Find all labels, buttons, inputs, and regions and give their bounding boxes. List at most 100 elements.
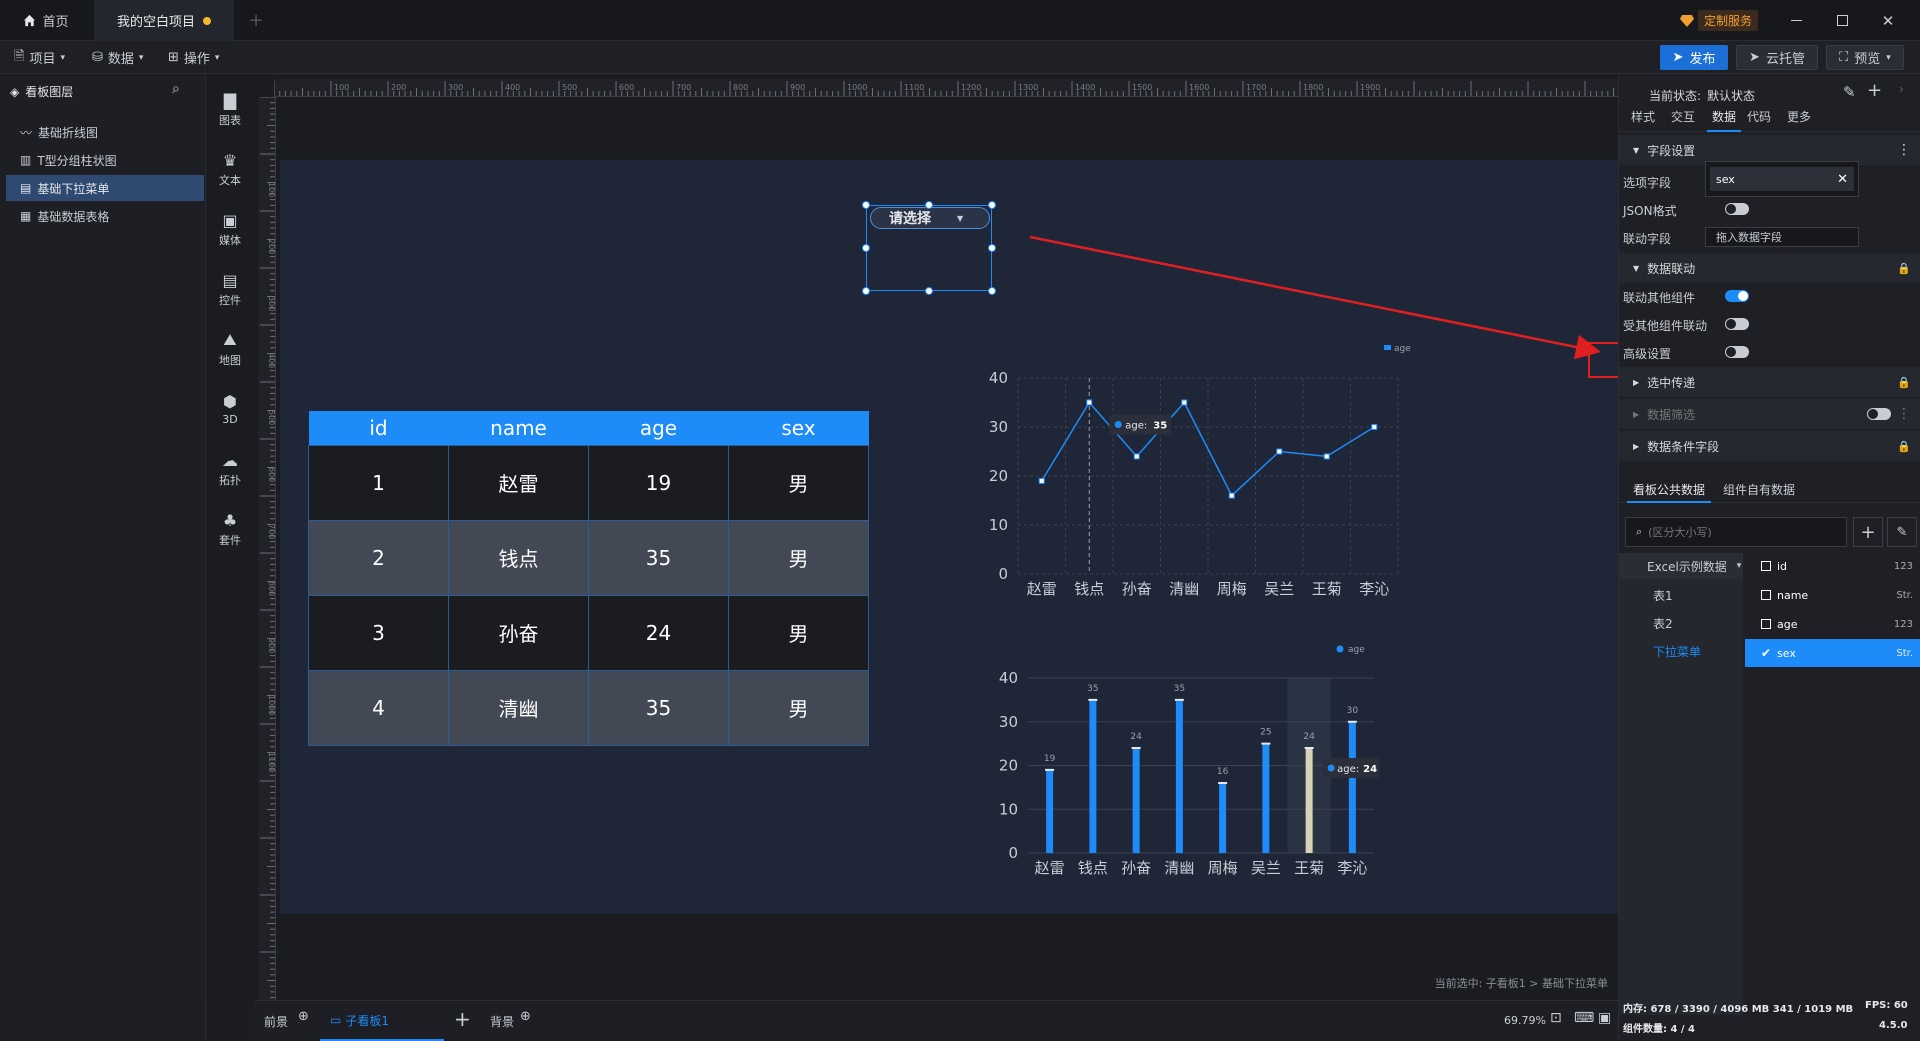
link-others-toggle[interactable]	[1725, 290, 1749, 302]
toolbox-text[interactable]: ♛ 文本	[206, 143, 254, 195]
check-icon[interactable]: ✔	[1761, 646, 1771, 660]
bar-cap	[1088, 698, 1098, 701]
data-table[interactable]: id name age sex 1 赵雷 19 男 2 钱点 35 男 3 孙奋…	[308, 411, 869, 746]
edit-data-button[interactable]: ✎	[1887, 517, 1917, 547]
tab-code[interactable]: 代码	[1747, 108, 1771, 125]
new-tab-button[interactable]: +	[246, 0, 266, 41]
resize-handle[interactable]	[988, 244, 996, 252]
resize-handle[interactable]	[862, 287, 870, 295]
selection-status: 当前选中: 子看板1 > 基础下拉菜单	[1434, 977, 1608, 990]
layer-item-dropdown[interactable]: ▤ 基础下拉菜单	[6, 175, 204, 201]
line-chart[interactable]: 0 10 20 30 40 赵雷 钱点 孙奋 清幽 周梅 吴兰 王菊 李沁 age age: 35	[980, 340, 1420, 610]
checkbox-icon[interactable]	[1761, 619, 1771, 629]
data-search-input[interactable]: ⌕ (区分大小写)	[1625, 517, 1847, 547]
menu-project[interactable]: 🗎 项目 ▾	[14, 41, 65, 74]
layer-item-line-chart[interactable]: 〰基础折线图	[6, 119, 204, 145]
field-name: sex	[1777, 646, 1796, 660]
source-item-table1[interactable]: 表1	[1653, 587, 1673, 604]
toolbox-chart[interactable]: ▇ 图表	[206, 83, 254, 135]
checkbox-icon[interactable]	[1761, 561, 1771, 571]
cloud-hosting-button[interactable]: ➤ 云托管	[1736, 45, 1818, 70]
media-icon: ▣	[222, 210, 238, 230]
ruler-label: 400	[267, 353, 276, 368]
resize-handle[interactable]	[988, 201, 996, 209]
source-group[interactable]: Excel示例数据 ▾	[1619, 553, 1743, 579]
bar	[1348, 721, 1356, 853]
foreground-tab[interactable]: 前景	[264, 1013, 288, 1030]
tab-home[interactable]: 首页	[0, 0, 92, 41]
json-format-toggle[interactable]	[1725, 203, 1749, 215]
section-data-linkage[interactable]: ▼ 数据联动 🔒	[1619, 253, 1920, 283]
toolbox-control[interactable]: ▤ 控件	[206, 263, 254, 315]
preview-button[interactable]: ⛶ 预览 ▾	[1826, 45, 1904, 70]
more-vertical-icon[interactable]: ⋮	[1897, 406, 1911, 422]
section-selection-pass[interactable]: ▶ 选中传递 🔒	[1619, 367, 1920, 397]
dropdown-select[interactable]: 请选择 ▼	[870, 207, 990, 229]
more-vertical-icon[interactable]: ⋮	[1897, 142, 1911, 158]
section-condition-field[interactable]: ▶ 数据条件字段 🔒	[1619, 431, 1920, 461]
publish-button[interactable]: ➤ 发布	[1660, 45, 1728, 70]
resize-handle[interactable]	[925, 201, 933, 209]
collapse-panel-button[interactable]: ›	[1899, 82, 1904, 96]
search-layers-button[interactable]: ⌕	[172, 81, 180, 97]
tab-data[interactable]: 数据	[1707, 102, 1741, 132]
option-field-dropzone[interactable]: sex ✕	[1705, 161, 1859, 197]
menu-operation[interactable]: ⊞ 操作 ▾	[168, 41, 219, 74]
close-window-button[interactable]: ✕	[1876, 0, 1900, 41]
toolbox-kit[interactable]: ♣ 套件	[206, 503, 254, 555]
menu-data[interactable]: ⛁ 数据 ▾	[92, 41, 143, 74]
terminal-button[interactable]: ▣	[1598, 1010, 1611, 1026]
y-tick-label: 30	[999, 713, 1018, 731]
data-point	[1323, 453, 1330, 460]
toolbox-topology[interactable]: ☁ 拓扑	[206, 443, 254, 495]
resize-handle[interactable]	[862, 201, 870, 209]
data-label: 24	[1130, 732, 1142, 742]
field-item-age[interactable]: age 123	[1745, 611, 1920, 637]
linked-by-others-toggle[interactable]	[1725, 318, 1749, 330]
tab-project[interactable]: 我的空白项目	[94, 0, 234, 41]
tab-public-data[interactable]: 看板公共数据	[1627, 475, 1712, 503]
toolbox-media[interactable]: ▣ 媒体	[206, 203, 254, 255]
toolbox-3d[interactable]: ⬢ 3D	[206, 383, 254, 435]
zoom-level[interactable]: 69.79%	[1504, 1014, 1546, 1027]
resize-handle[interactable]	[988, 287, 996, 295]
preview-label: 预览	[1854, 52, 1881, 67]
add-foreground-button[interactable]: ⊕	[298, 1009, 309, 1024]
add-state-button[interactable]: +	[1867, 80, 1882, 101]
layer-item-table[interactable]: ▦ 基础数据表格	[6, 203, 204, 229]
tab-more[interactable]: 更多	[1787, 108, 1811, 125]
minimize-button[interactable]	[1784, 0, 1808, 41]
toolbox-map[interactable]: ⛰ 地图	[206, 323, 254, 375]
custom-service-button[interactable]: 定制服务	[1680, 0, 1759, 41]
tab-style[interactable]: 样式	[1631, 108, 1655, 125]
link-field-dropzone[interactable]: 拖入数据字段	[1705, 227, 1859, 247]
resize-handle[interactable]	[925, 287, 933, 295]
advanced-settings-toggle[interactable]	[1725, 346, 1749, 358]
maximize-button[interactable]	[1830, 0, 1854, 41]
add-subboard-button[interactable]: +	[454, 1007, 471, 1031]
remove-field-icon[interactable]: ✕	[1837, 172, 1848, 187]
layer-item-bar-chart[interactable]: ▥ T型分组柱状图	[6, 147, 204, 173]
tab-own-data[interactable]: 组件自有数据	[1723, 481, 1795, 498]
source-item-table2[interactable]: 表2	[1653, 615, 1673, 632]
checkbox-icon[interactable]	[1761, 590, 1771, 600]
background-tab[interactable]: 背景	[490, 1013, 514, 1030]
add-data-button[interactable]: +	[1853, 517, 1883, 547]
bar-chart[interactable]: 0 10 20 30 40 赵雷 钱点 孙奋 清幽 周梅 吴兰 王菊 李沁 19 35 24 35 16 25 24 3…	[980, 640, 1420, 890]
source-item-dropdown[interactable]: 下拉菜单	[1653, 643, 1701, 660]
field-item-id[interactable]: id 123	[1745, 553, 1920, 579]
horizontal-ruler: 100 200 300 400 500 600 700 800 900 1000 1100 1200 1…	[274, 79, 1618, 97]
section-data-filter[interactable]: ▶ 数据筛选 ⋮	[1619, 399, 1920, 429]
keyboard-button[interactable]: ⌨	[1574, 1010, 1594, 1026]
horizontal-ruler-ticks: 100 200 300 400 500 600 700 800 900 1000 1100 1200 1…	[274, 81, 1614, 96]
field-item-name[interactable]: name Str.	[1745, 582, 1920, 608]
add-background-button[interactable]: ⊕	[520, 1009, 531, 1024]
tab-subboard[interactable]: ▭ 子看板1	[320, 1001, 444, 1041]
tab-interaction[interactable]: 交互	[1671, 108, 1695, 125]
edit-state-button[interactable]: ✎	[1843, 83, 1856, 101]
field-item-sex[interactable]: ✔ sex Str.	[1745, 639, 1920, 667]
table-cell: 24	[588, 594, 729, 671]
data-filter-toggle[interactable]	[1867, 408, 1891, 420]
resize-handle[interactable]	[862, 244, 870, 252]
fit-screen-button[interactable]: ⊡	[1550, 1010, 1562, 1026]
